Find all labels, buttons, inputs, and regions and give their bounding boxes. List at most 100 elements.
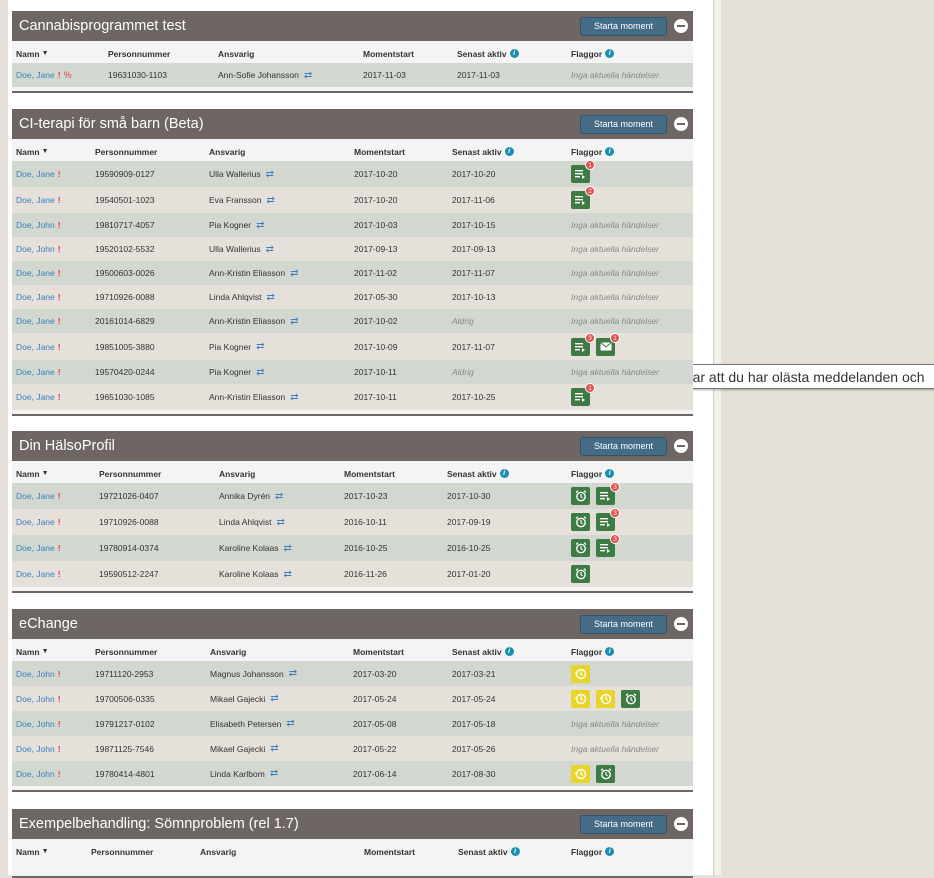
flag-list-button[interactable]: 1 [571, 383, 595, 406]
flags-cell: 2 [571, 186, 596, 213]
patient-name-link[interactable]: Doe, John [16, 719, 55, 729]
swap-responsible-icon[interactable]: ⇄ [275, 491, 283, 502]
swap-responsible-icon[interactable]: ⇄ [266, 244, 274, 255]
info-icon[interactable]: i [504, 147, 514, 156]
flag-mail-button[interactable]: 1 [596, 332, 620, 356]
info-icon[interactable]: i [605, 49, 615, 58]
info-icon[interactable]: i [605, 147, 615, 156]
info-icon[interactable]: i [499, 469, 509, 478]
swap-responsible-icon[interactable]: ⇄ [290, 316, 298, 327]
link-icon[interactable]: % [64, 70, 72, 80]
personnummer-cell: 19780914-0374 [99, 535, 159, 561]
swap-responsible-icon[interactable]: ⇄ [304, 70, 312, 81]
start-moment-button[interactable]: Starta moment [579, 615, 667, 634]
info-icon[interactable]: i [504, 647, 514, 656]
patient-name-link[interactable]: Doe, John [16, 244, 55, 254]
info-icon[interactable]: i [510, 847, 520, 856]
column-header-personnummer: Personnummer [99, 464, 161, 483]
flag-list-button[interactable]: 1 [571, 160, 595, 183]
column-header-name[interactable]: Namn ▼ [16, 142, 49, 161]
swap-responsible-icon[interactable]: ⇄ [266, 292, 274, 303]
flag-list-button[interactable]: 2 [571, 186, 595, 209]
flag-clock-button[interactable] [596, 689, 615, 708]
flag-alarm-button[interactable] [571, 565, 590, 583]
sort-caret-icon: ▼ [41, 470, 49, 477]
swap-responsible-icon[interactable]: ⇄ [266, 169, 274, 180]
flag-list-button[interactable]: 3 [596, 482, 620, 505]
column-header-personnummer: Personnummer [91, 842, 153, 861]
momentstart-value: 2017-05-24 [353, 693, 397, 704]
patient-name-link[interactable]: Doe, Jane [16, 517, 55, 527]
swap-responsible-icon[interactable]: ⇄ [266, 195, 274, 206]
swap-responsible-icon[interactable]: ⇄ [270, 743, 278, 754]
patient-name-link[interactable]: Doe, Jane [16, 367, 55, 377]
patient-name-link[interactable]: Doe, John [16, 669, 55, 679]
momentstart-value: 2017-10-11 [354, 367, 397, 377]
patient-name-link[interactable]: Doe, Jane [16, 569, 55, 579]
flag-clock-button[interactable] [571, 664, 590, 683]
flag-alarm-button[interactable] [571, 487, 590, 505]
patient-name-link[interactable]: Doe, Jane [16, 268, 55, 278]
swap-responsible-icon[interactable]: ⇄ [290, 392, 298, 403]
swap-responsible-icon[interactable]: ⇄ [290, 268, 298, 279]
swap-responsible-icon[interactable]: ⇄ [270, 693, 278, 704]
start-moment-button[interactable]: Starta moment [579, 815, 667, 834]
patient-name-link[interactable]: Doe, Jane [16, 392, 55, 402]
column-header-name[interactable]: Namn ▼ [16, 464, 49, 483]
info-icon[interactable]: i [605, 469, 615, 478]
patient-name-link[interactable]: Doe, Jane [16, 491, 55, 501]
swap-responsible-icon[interactable]: ⇄ [289, 668, 297, 679]
last-active-value: 2017-09-13 [452, 244, 496, 254]
info-icon[interactable]: i [509, 49, 519, 58]
flag-alarm-button[interactable] [596, 764, 615, 783]
collapse-panel-button[interactable] [674, 117, 688, 131]
collapse-panel-button[interactable] [674, 19, 688, 33]
patient-name-link[interactable]: Doe, John [16, 769, 55, 779]
flag-list-button[interactable]: 3 [571, 332, 595, 356]
collapse-panel-button[interactable] [674, 439, 688, 453]
swap-responsible-icon[interactable]: ⇄ [284, 543, 292, 554]
flag-clock-button[interactable] [571, 689, 590, 708]
swap-responsible-icon[interactable]: ⇄ [276, 517, 284, 528]
swap-responsible-icon[interactable]: ⇄ [256, 367, 264, 378]
patient-name-link[interactable]: Doe, Jane [16, 316, 55, 326]
collapse-panel-button[interactable] [674, 817, 688, 831]
column-header-name[interactable]: Namn ▼ [16, 44, 49, 63]
patient-name-link[interactable]: Doe, John [16, 220, 55, 230]
start-moment-button[interactable]: Starta moment [579, 437, 667, 456]
personnummer-cell: 19710926-0088 [99, 509, 159, 535]
patient-name-link[interactable]: Doe, John [16, 744, 55, 754]
start-moment-button[interactable]: Starta moment [579, 115, 667, 134]
flag-list-button[interactable]: 3 [596, 508, 620, 531]
swap-responsible-icon[interactable]: ⇄ [256, 220, 264, 231]
patient-name-link[interactable]: Doe, Jane [16, 292, 55, 302]
patient-name-link[interactable]: Doe, Jane [16, 169, 55, 179]
name-cell: Doe, John! [16, 213, 61, 237]
swap-responsible-icon[interactable]: ⇄ [270, 768, 278, 779]
column-header-ansvarig: Ansvarig [219, 464, 255, 483]
patient-name-link[interactable]: Doe, John [16, 694, 55, 704]
column-header-name[interactable]: Namn ▼ [16, 642, 49, 661]
flag-clock-button[interactable] [571, 764, 590, 783]
swap-responsible-icon[interactable]: ⇄ [286, 718, 294, 729]
flag-list-button[interactable]: 3 [596, 534, 620, 557]
personnummer-value: 19570420-0244 [95, 367, 155, 377]
patient-name-link[interactable]: Doe, Jane [16, 543, 55, 553]
page-gutter [0, 0, 8, 875]
swap-responsible-icon[interactable]: ⇄ [256, 341, 264, 352]
flag-alarm-button[interactable] [621, 689, 640, 708]
start-moment-button[interactable]: Starta moment [579, 17, 667, 36]
momentstart-value: 2017-11-02 [354, 268, 397, 278]
flag-alarm-button[interactable] [571, 539, 590, 557]
collapse-panel-button[interactable] [674, 617, 688, 631]
column-header-name[interactable]: Namn ▼ [16, 842, 49, 861]
swap-responsible-icon[interactable]: ⇄ [284, 569, 292, 580]
patient-name-link[interactable]: Doe, Jane [16, 195, 55, 205]
column-header-label: Flaggor [571, 146, 603, 157]
patient-name-link[interactable]: Doe, Jane [16, 70, 55, 80]
flag-alarm-button[interactable] [571, 513, 590, 531]
info-icon[interactable]: i [605, 647, 615, 656]
patient-name-link[interactable]: Doe, Jane [16, 342, 55, 352]
info-icon[interactable]: i [605, 847, 615, 856]
name-cell: Doe, Jane! [16, 261, 61, 285]
